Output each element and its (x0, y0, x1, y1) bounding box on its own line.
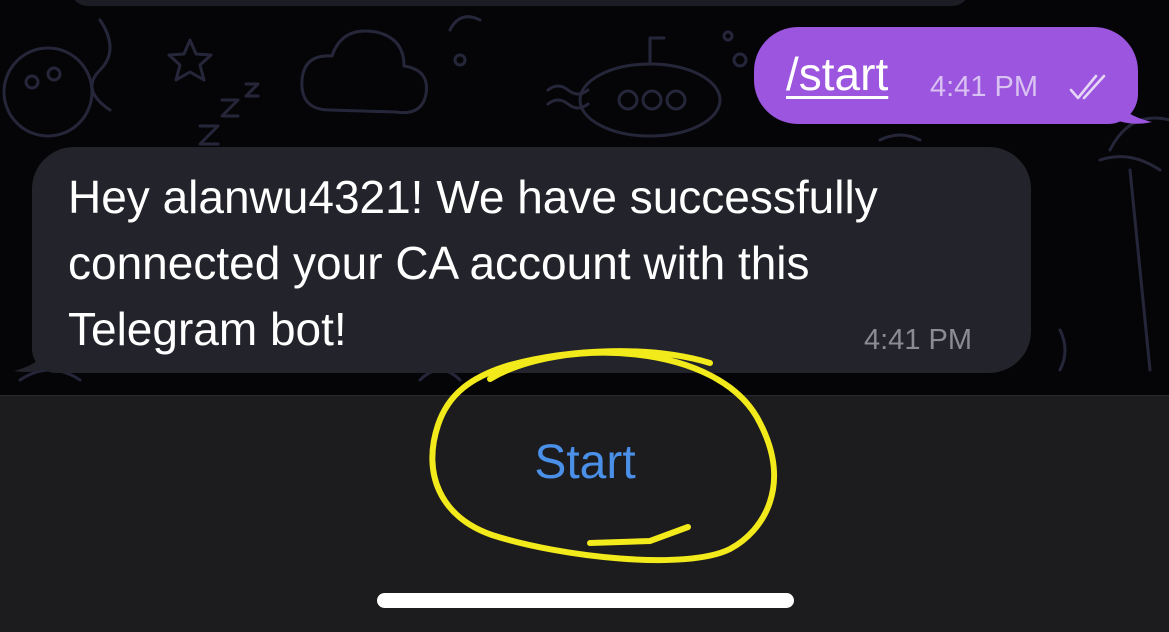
incoming-message-time: 4:41 PM (864, 324, 972, 356)
chat-message-area[interactable]: /start 4:41 PM Hey alanwu4321! We have s… (0, 0, 1169, 395)
previous-message-bubble-edge (70, 0, 970, 6)
start-button[interactable]: Start (470, 425, 700, 501)
home-indicator[interactable] (377, 593, 794, 608)
incoming-message-line: Hey alanwu4321! We have successfully (68, 171, 878, 223)
outgoing-bubble-tail (1104, 92, 1152, 124)
telegram-chat-screen: /start 4:41 PM Hey alanwu4321! We have s… (0, 0, 1169, 632)
incoming-bubble-tail (14, 335, 62, 372)
incoming-message-line: connected your CA account with this (68, 237, 810, 289)
outgoing-message-time: 4:41 PM (930, 71, 1038, 103)
double-check-icon (1069, 74, 1106, 100)
outgoing-command-link[interactable]: /start (786, 44, 888, 104)
